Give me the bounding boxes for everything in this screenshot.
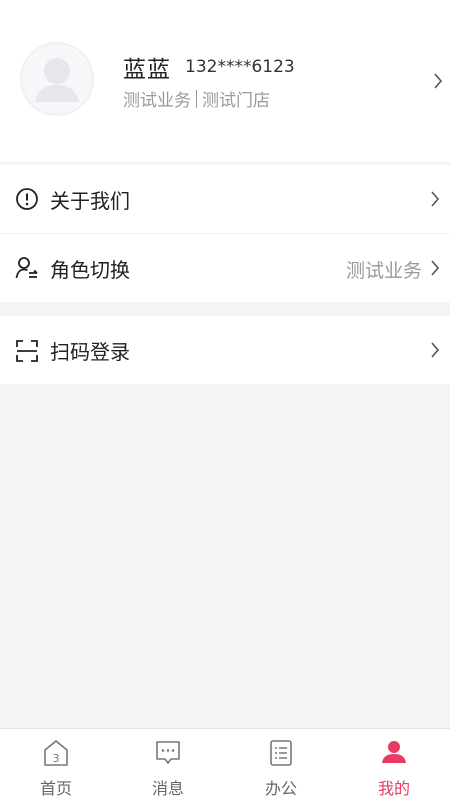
user-name: 蓝蓝	[123, 57, 171, 83]
svg-text:3: 3	[53, 752, 60, 765]
tab-messages[interactable]: 消息	[112, 729, 224, 800]
tab-mine-label: 我的	[377, 779, 410, 798]
chevron-right-icon	[431, 342, 440, 358]
bottom-tab-bar: 3 首页 消息 办公 我的	[0, 728, 450, 800]
info-circle-icon	[16, 188, 38, 210]
user-store: 测试门店	[202, 91, 270, 111]
avatar[interactable]	[20, 42, 94, 116]
scan-icon	[16, 340, 38, 362]
menu-item-scan-login[interactable]: 扫码登录	[0, 316, 450, 384]
default-avatar-icon	[35, 58, 79, 102]
menu-item-about[interactable]: 关于我们	[0, 165, 450, 233]
person-icon	[382, 741, 406, 763]
user-business: 测试业务	[123, 91, 191, 111]
office-list-icon	[270, 740, 292, 766]
chevron-right-icon	[431, 191, 440, 207]
user-phone: 132****6123	[185, 57, 295, 77]
menu-item-role-switch-label: 角色切换	[50, 258, 130, 282]
chevron-right-icon	[434, 73, 443, 89]
message-icon	[156, 741, 180, 764]
menu-item-role-switch[interactable]: 角色切换 测试业务	[0, 234, 450, 302]
tab-mine[interactable]: 我的	[338, 729, 450, 800]
tab-home-label: 首页	[39, 779, 72, 798]
home-icon: 3	[44, 740, 68, 766]
current-role-value: 测试业务	[345, 260, 422, 282]
profile-card[interactable]: 蓝蓝 132****6123 测试业务 测试门店	[0, 0, 450, 163]
user-roles: 测试业务 测试门店	[123, 86, 270, 111]
tab-home[interactable]: 3 首页	[0, 729, 112, 800]
chevron-right-icon	[431, 260, 440, 276]
menu-item-scan-login-label: 扫码登录	[50, 340, 130, 364]
tab-messages-label: 消息	[151, 779, 184, 798]
user-switch-icon	[15, 257, 38, 279]
menu-item-about-label: 关于我们	[50, 189, 130, 213]
tab-office[interactable]: 办公	[225, 729, 337, 800]
role-separator	[196, 89, 197, 108]
tab-office-label: 办公	[264, 779, 297, 798]
